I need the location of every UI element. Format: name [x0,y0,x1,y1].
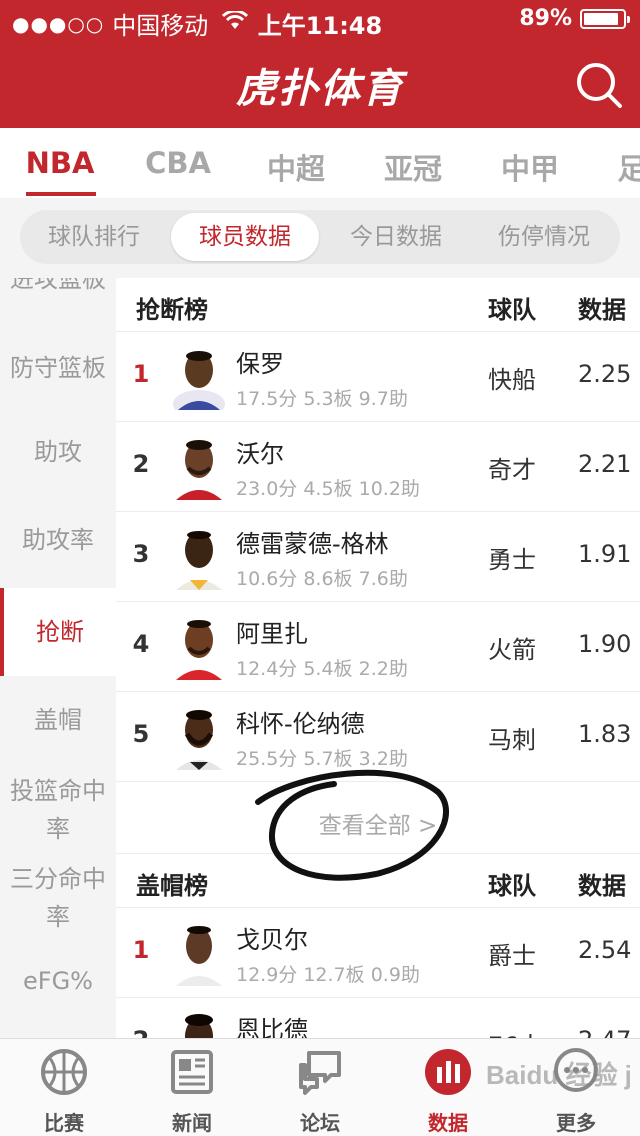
rank: 1 [132,936,150,964]
search-icon [577,63,622,108]
sidebar-item-offensive-rebounds[interactable]: 进攻篮板 [0,278,116,300]
status-right: 89% [519,6,630,31]
player-row[interactable]: 2 沃尔 23.0分 4.5板 10.2助 奇才 2.21 [116,422,640,512]
column-header-value: 数据 [578,296,626,324]
player-name: 恩比德 [236,1016,308,1038]
view-all-link[interactable]: 查看全部 > [116,769,640,881]
player-stats: 17.5分 5.3板 9.7助 [236,388,408,410]
team-name: 马刺 [488,726,536,754]
stat-value: 2.25 [578,360,632,388]
sidebar-item-3pt-pct[interactable]: 三分命中率 [0,860,116,948]
status-bar: ●●●○○ 中国移动 上午11:48 89% [0,0,640,40]
stat-value: 1.90 [578,630,632,658]
player-name: 德雷蒙德-格林 [236,530,389,558]
subtab-injuries[interactable]: 伤停情况 [470,210,618,264]
player-name: 戈贝尔 [236,926,308,954]
subtab-team-ranking[interactable]: 球队排行 [20,210,168,264]
rank: 2 [130,1026,152,1038]
column-header-value: 数据 [578,872,626,900]
player-row[interactable]: 1 戈贝尔 12.9分 12.7板 0.9助 爵士 2.54 [116,908,640,998]
stat-value: 2.47 [578,1026,631,1038]
player-stats: 23.0分 4.5板 10.2助 [236,478,420,500]
column-header-team: 球队 [488,296,536,324]
player-name: 沃尔 [236,440,284,468]
player-avatar [176,710,222,770]
player-avatar [176,531,222,590]
sidebar-item-efg-pct[interactable]: eFG% [0,962,116,1012]
sidebar-item-blocks[interactable]: 盖帽 [0,676,116,764]
tab-cba[interactable]: CBA [118,146,238,180]
tab-label: 新闻 [172,1111,212,1135]
sidebar-item-assists[interactable]: 助攻 [0,408,116,496]
sidebar-item-fg-pct[interactable]: 投篮命中率 [0,772,116,860]
tab-football-more[interactable]: 足 [572,146,640,188]
rank: 2 [132,450,150,478]
tab-games[interactable]: 比赛 [14,1047,114,1136]
team-name: 快船 [488,366,536,394]
stat-value: 2.21 [578,450,632,478]
sub-tabs-bar: 球队排行 球员数据 今日数据 伤停情况 [0,198,640,278]
app-header: ●●●○○ 中国移动 上午11:48 89% 虎扑体育 [0,0,640,128]
player-avatar [185,1014,213,1038]
active-tab-indicator [26,192,96,196]
player-name: 科怀-伦纳德 [236,710,365,738]
subtab-today-stats[interactable]: 今日数据 [322,210,470,264]
player-row[interactable]: 2 恩比德 76人 2.47 [116,998,640,1038]
stat-value: 2.54 [578,936,632,964]
team-name: 76人 [488,1026,543,1038]
player-name: 保罗 [236,350,284,378]
tab-news[interactable]: 新闻 [142,1047,242,1136]
tab-label: 论坛 [300,1111,340,1135]
app-logo: 虎扑体育 [236,66,404,112]
sidebar-item-defensive-rebounds[interactable]: 防守篮板 [0,318,116,418]
stat-value: 1.91 [578,540,632,568]
tab-acl[interactable]: 亚冠 [353,146,473,188]
player-name: 阿里扎 [236,620,308,648]
tab-label: 比赛 [44,1111,84,1135]
player-avatar [176,926,222,986]
search-button[interactable] [572,58,626,112]
steals-header: 抢断榜 球队 数据 [116,278,640,332]
battery-percent: 89% [519,6,572,31]
sub-tabs: 球队排行 球员数据 今日数据 伤停情况 [20,210,620,264]
sidebar-item-steals[interactable]: 抢断 [0,588,116,676]
baidu-watermark: Baidu 经验 jingyan.baidu.com [480,1054,640,1124]
player-row[interactable]: 3 德雷蒙德-格林 10.6分 8.6板 7.6助 勇士 1.91 [116,512,640,602]
battery-icon [580,8,630,29]
player-avatar [176,440,222,500]
player-avatar [176,620,222,680]
player-row[interactable]: 1 保罗 17.5分 5.3板 9.7助 快船 2.25 [116,332,640,422]
team-name: 勇士 [488,546,536,574]
bar-chart-icon [425,1049,471,1095]
stat-category-sidebar: 进攻篮板 防守篮板 助攻 助攻率 抢断 盖帽 投篮命中率 三分命中率 eFG% [0,278,116,1038]
league-tabs: NBA CBA 中超 亚冠 中甲 足 [0,128,640,198]
player-stats: 10.6分 8.6板 7.6助 [236,568,408,590]
subtab-player-stats[interactable]: 球员数据 [171,213,319,261]
player-stats: 12.9分 12.7板 0.9助 [236,964,420,986]
tab-forum[interactable]: 论坛 [270,1047,370,1136]
rank: 3 [132,540,150,568]
chat-bubbles-icon [299,1051,341,1095]
stats-list: 抢断榜 球队 数据 1 保罗 17.5分 5.3板 9.7助 快船 2.25 2… [116,278,640,1038]
stat-value: 1.83 [578,720,632,748]
column-header-team: 球队 [488,872,536,900]
section-title: 抢断榜 [136,296,208,324]
team-name: 火箭 [488,636,536,664]
player-stats: 12.4分 5.4板 2.2助 [236,658,408,680]
section-title: 盖帽榜 [136,872,208,900]
team-name: 奇才 [488,456,536,484]
tab-nba[interactable]: NBA [0,146,120,180]
basketball-icon [41,1049,87,1095]
player-avatar [173,351,225,410]
tab-csl[interactable]: 中超 [236,146,356,188]
player-row[interactable]: 4 阿里扎 12.4分 5.4板 2.2助 火箭 1.90 [116,602,640,692]
rank: 5 [132,720,150,748]
blocks-header: 盖帽榜 球队 数据 [116,854,640,908]
rank: 4 [132,630,150,658]
team-name: 爵士 [488,942,536,970]
watermark-text: Baidu 经验 jingyan.baidu.com [486,1060,630,1090]
sidebar-item-assist-rate[interactable]: 助攻率 [0,496,116,584]
newspaper-icon [171,1050,213,1094]
rank: 1 [132,360,150,388]
